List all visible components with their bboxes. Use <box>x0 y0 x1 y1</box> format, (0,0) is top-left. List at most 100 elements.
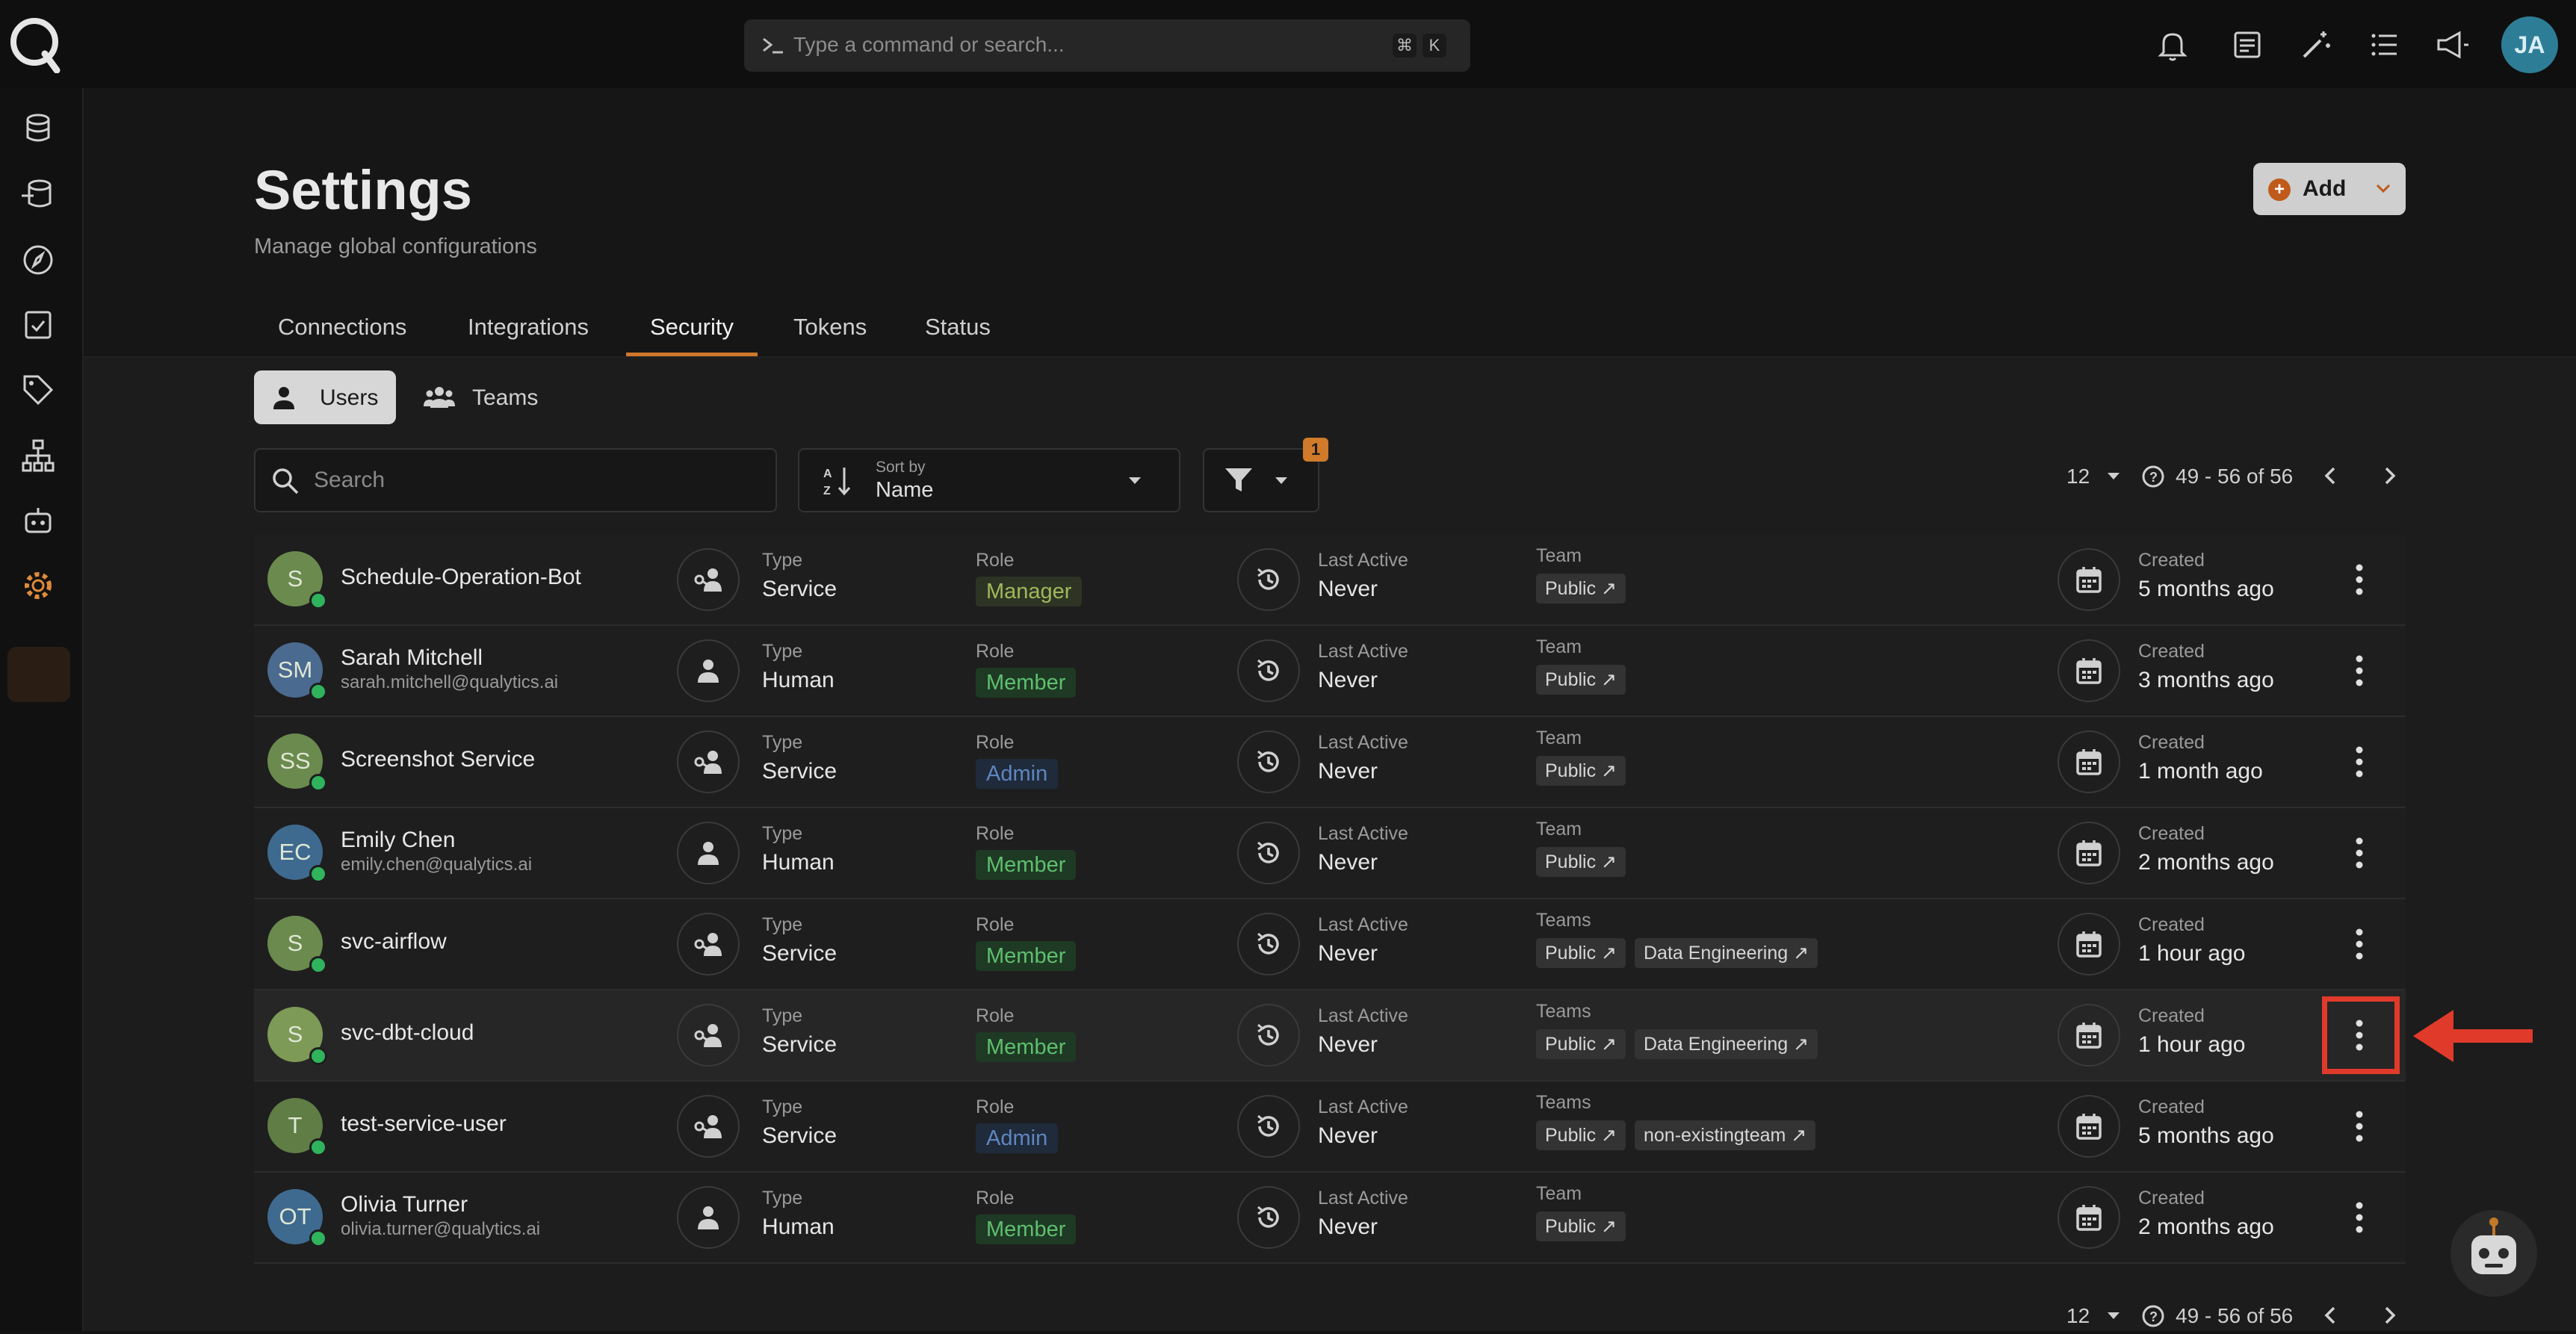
search-input[interactable]: Search <box>254 448 777 512</box>
chevron-right-icon[interactable] <box>2377 1303 2403 1328</box>
table-row[interactable]: Ssvc-dbt-cloud Type Service Role Member Last … <box>254 990 2406 1082</box>
segment-teams[interactable]: Teams <box>418 370 553 424</box>
team-caption: Team <box>1536 1183 1582 1204</box>
service-account-icon <box>677 730 740 793</box>
checklist-icon[interactable] <box>20 306 56 342</box>
svg-text:?: ? <box>2149 1309 2158 1324</box>
tab-tokens[interactable]: Tokens <box>793 314 867 341</box>
role-caption: Role <box>976 1005 1015 1026</box>
row-actions-menu-icon[interactable] <box>2355 653 2364 689</box>
person-icon <box>273 387 294 409</box>
row-actions-menu-icon[interactable] <box>2355 562 2364 598</box>
table-row[interactable]: Ttest-service-user Type Service Role Admin La… <box>254 1082 2406 1173</box>
page-size-select[interactable]: 12 <box>2066 1304 2090 1328</box>
person-icon <box>677 822 740 884</box>
add-button-label: Add <box>2303 176 2347 201</box>
team-chip[interactable]: Data Engineering ↗ <box>1634 1029 1818 1059</box>
datastore-icon[interactable] <box>20 176 56 212</box>
user-name[interactable]: test-service-user <box>341 1111 507 1137</box>
app-logo-icon[interactable] <box>7 13 64 73</box>
user-type: Human <box>762 850 835 875</box>
service-account-icon <box>677 548 740 611</box>
sort-by-select[interactable]: A Z Sort by Name <box>798 448 1180 512</box>
row-actions-menu-icon[interactable] <box>2355 1200 2364 1235</box>
user-avatar[interactable]: JA <box>2501 16 2558 73</box>
row-actions-menu-icon[interactable] <box>2355 1108 2364 1144</box>
team-chip[interactable]: Public ↗ <box>1536 665 1626 695</box>
table-row[interactable]: Ssvc-airflow Type Service Role Member Last Ac… <box>254 899 2406 990</box>
chevron-right-icon[interactable] <box>2377 463 2403 488</box>
team-chip[interactable]: Public ↗ <box>1536 574 1626 604</box>
filter-button[interactable] <box>1203 448 1319 512</box>
assistant-bot-button[interactable] <box>2450 1210 2537 1297</box>
team-chips: Public ↗ Data Engineering ↗ <box>1536 1029 1827 1059</box>
user-name[interactable]: Screenshot Service <box>341 747 535 772</box>
table-row[interactable]: SS Screenshot Service Type Service Role Admin… <box>254 717 2406 808</box>
tag-icon[interactable] <box>20 372 56 408</box>
user-name[interactable]: Sarah Mitchell <box>341 645 483 671</box>
team-chip[interactable]: non-existingteam ↗ <box>1634 1120 1816 1150</box>
table-row[interactable]: OT Olivia Turner olivia.turner@qualytics.a… <box>254 1173 2406 1264</box>
magic-wand-icon[interactable] <box>2298 27 2334 63</box>
team-chips: Public ↗ Data Engineering ↗ <box>1536 938 1827 968</box>
row-actions-menu-icon[interactable] <box>2355 926 2364 962</box>
user-name[interactable]: Emily Chen <box>341 828 455 853</box>
chevron-left-icon[interactable] <box>2318 463 2343 488</box>
tab-integrations[interactable]: Integrations <box>468 314 589 341</box>
type-caption: Type <box>762 914 803 935</box>
user-type: Service <box>762 1032 837 1057</box>
row-actions-menu-icon[interactable] <box>2355 744 2364 780</box>
team-chip[interactable]: Public ↗ <box>1536 847 1626 877</box>
team-chip[interactable]: Public ↗ <box>1536 1212 1626 1241</box>
created-value: 2 months ago <box>2138 850 2274 875</box>
filter-icon <box>1225 468 1252 491</box>
svg-text:Z: Z <box>823 485 831 497</box>
team-caption: Team <box>1536 728 1582 748</box>
created-value: 1 hour ago <box>2138 941 2246 966</box>
history-icon <box>1237 822 1300 884</box>
add-button[interactable]: + Add <box>2253 163 2406 215</box>
command-search-bar[interactable]: Type a command or search... ⌘ K <box>744 19 1470 72</box>
row-actions-menu-icon[interactable] <box>2355 835 2364 871</box>
notes-icon[interactable] <box>2229 27 2265 63</box>
table-row[interactable]: SM Sarah Mitchell sarah.mitchell@qualytics… <box>254 626 2406 717</box>
user-name[interactable]: Olivia Turner <box>341 1192 468 1217</box>
database-icon[interactable] <box>20 111 56 146</box>
pagination-range: 49 - 56 of 56 <box>2176 1304 2294 1327</box>
last-active-value: Never <box>1318 1214 1378 1239</box>
bell-icon[interactable] <box>2155 27 2190 63</box>
type-caption: Type <box>762 732 803 753</box>
compass-icon[interactable] <box>20 242 56 278</box>
tab-security[interactable]: Security <box>650 314 734 341</box>
tab-status[interactable]: Status <box>925 314 991 341</box>
tab-connections[interactable]: Connections <box>278 314 406 341</box>
page-size-select[interactable]: 12 <box>2066 465 2090 488</box>
team-chip[interactable]: Public ↗ <box>1536 756 1626 786</box>
user-type: Service <box>762 941 837 966</box>
caret-down-icon[interactable] <box>2105 1307 2122 1324</box>
team-chip[interactable]: Public ↗ <box>1536 1029 1626 1059</box>
segment-users[interactable]: Users <box>254 370 396 424</box>
type-caption: Type <box>762 641 803 662</box>
list-icon[interactable] <box>2367 27 2403 63</box>
robot-icon[interactable] <box>20 503 56 539</box>
role-caption: Role <box>976 914 1015 935</box>
team-chip[interactable]: Data Engineering ↗ <box>1634 938 1818 968</box>
help-circle-icon[interactable]: ? <box>2141 465 2165 488</box>
last-active-caption: Last Active <box>1318 732 1408 753</box>
table-row[interactable]: EC Emily Chen emily.chen@qualytics.ai Type H… <box>254 808 2406 899</box>
chevron-left-icon[interactable] <box>2318 1303 2343 1328</box>
table-row[interactable]: S Schedule-Operation-Bot Type Service Role Ma… <box>254 535 2406 626</box>
team-chip[interactable]: Public ↗ <box>1536 1120 1626 1150</box>
annotation-highlight-box <box>2322 996 2400 1074</box>
user-name[interactable]: svc-dbt-cloud <box>341 1020 474 1046</box>
megaphone-icon[interactable] <box>2434 27 2470 63</box>
hierarchy-icon[interactable] <box>20 438 56 474</box>
user-name[interactable]: svc-airflow <box>341 929 447 955</box>
user-name[interactable]: Schedule-Operation-Bot <box>341 565 581 590</box>
caret-down-icon[interactable] <box>2105 468 2122 484</box>
cmd-key-hint: ⌘ <box>1393 34 1417 58</box>
gear-icon[interactable] <box>20 568 56 604</box>
help-circle-icon[interactable]: ? <box>2141 1304 2165 1328</box>
team-chip[interactable]: Public ↗ <box>1536 938 1626 968</box>
